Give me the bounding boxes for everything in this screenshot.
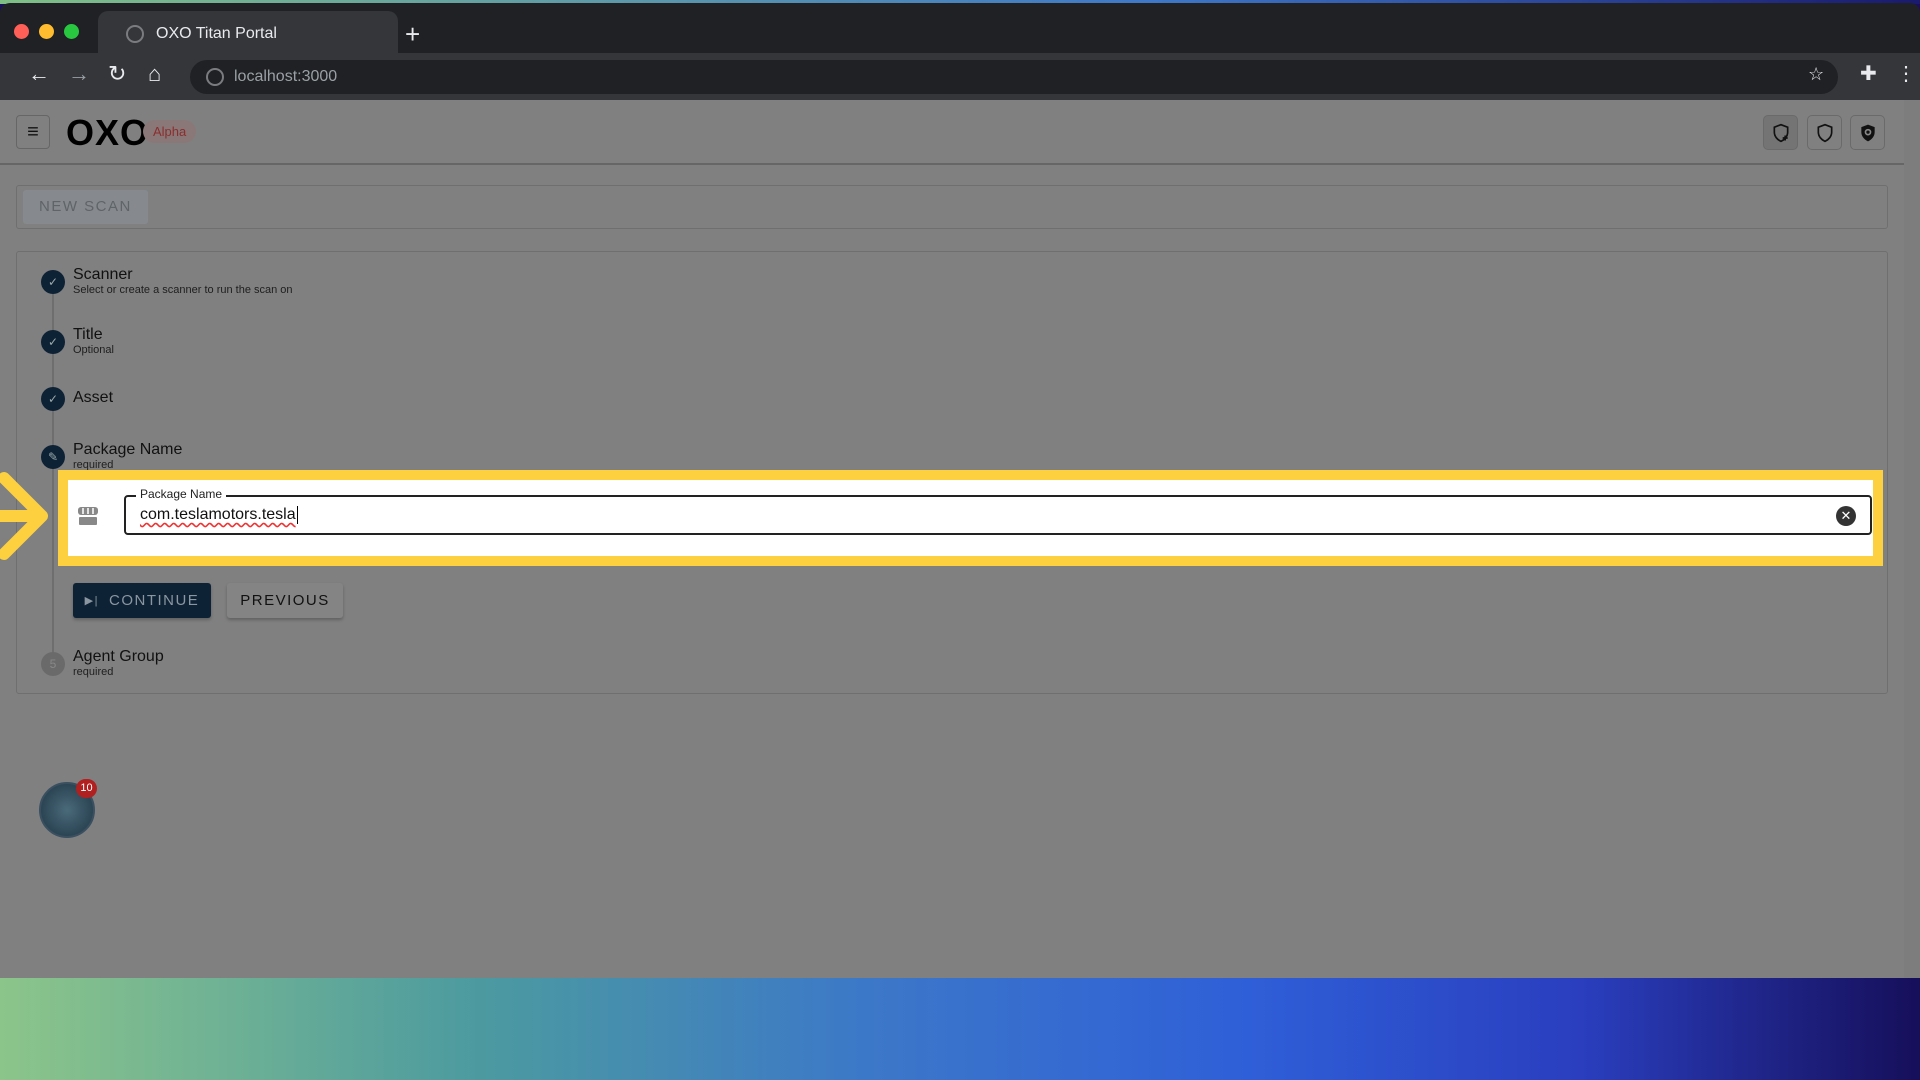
step-agent-group[interactable]: Agent Group required (73, 648, 164, 678)
store-icon (78, 507, 98, 525)
hamburger-icon: ≡ (27, 120, 39, 143)
globe-icon (126, 25, 144, 43)
home-icon[interactable]: ⌂ (148, 61, 161, 87)
step-label: Package Name (73, 441, 183, 458)
shield-plus-icon (1773, 123, 1788, 142)
shield-button[interactable] (1807, 115, 1842, 150)
step-label: Asset (73, 389, 114, 406)
highlight-box: Package Name com.teslamotors.tesla ✕ (58, 470, 1883, 566)
reload-icon[interactable]: ↻ (108, 61, 126, 87)
previous-button[interactable]: PREVIOUS (227, 583, 343, 618)
arrow-right-icon (0, 472, 48, 560)
url-text: localhost:3000 (234, 68, 338, 85)
notification-badge: 10 (76, 779, 97, 798)
shield-search-icon (1860, 124, 1875, 141)
new-scan-shield-button[interactable] (1763, 115, 1798, 150)
field-label: Package Name (136, 487, 227, 501)
browser-tab[interactable]: OXO Titan Portal (98, 11, 398, 57)
previous-label: PREVIOUS (240, 592, 330, 609)
step-done-icon: ✓ (41, 330, 65, 354)
new-scan-card: NEW SCAN (16, 185, 1888, 229)
step-title[interactable]: Title Optional (73, 326, 114, 356)
app-page: ≡ OXO Alpha NEW SCAN ✓ Scanner Select or … (0, 100, 1920, 978)
step-asset[interactable]: Asset (73, 389, 113, 407)
browser-toolbar: ← → ↻ ⌂ localhost:3000 ☆ ✚ ⋮ (0, 53, 1920, 100)
menu-button[interactable]: ≡ (16, 115, 50, 149)
skip-next-icon: ▶| (84, 595, 99, 607)
clear-input-icon[interactable]: ✕ (1836, 506, 1856, 526)
step-sub: required (73, 666, 114, 678)
step-sub: Select or create a scanner to run the sc… (73, 284, 293, 296)
step-done-icon: ✓ (41, 270, 65, 294)
address-bar[interactable]: localhost:3000 (190, 60, 1838, 94)
step-scanner[interactable]: Scanner Select or create a scanner to run… (73, 266, 293, 296)
step-done-icon: ✓ (41, 387, 65, 411)
step-label: Agent Group (73, 648, 164, 665)
alpha-badge: Alpha (143, 120, 197, 143)
package-name-input[interactable]: Package Name com.teslamotors.tesla ✕ (124, 487, 1872, 535)
logo: OXO (66, 112, 150, 153)
scrollbar[interactable] (1904, 100, 1920, 978)
continue-button[interactable]: ▶| CONTINUE (73, 583, 211, 618)
maximize-window-button[interactable] (64, 24, 79, 39)
forward-icon[interactable]: → (68, 61, 90, 87)
menu-kebab-icon[interactable]: ⋮ (1896, 61, 1916, 86)
field-value: com.teslamotors.tesla (140, 506, 298, 524)
step-sub: Optional (73, 344, 114, 356)
continue-label: CONTINUE (108, 592, 200, 609)
step-label: Scanner (73, 266, 133, 283)
shield-icon (1817, 123, 1832, 142)
step-package-name[interactable]: Package Name required (73, 441, 182, 471)
desktop-wallpaper (0, 978, 1920, 1080)
extensions-icon[interactable]: ✚ (1860, 61, 1877, 86)
close-window-button[interactable] (14, 24, 29, 39)
step-edit-icon: ✎ (41, 445, 65, 469)
site-info-icon[interactable] (206, 68, 224, 86)
new-scan-button[interactable]: NEW SCAN (23, 190, 148, 224)
back-icon[interactable]: ← (28, 61, 50, 87)
step-label: Title (73, 326, 103, 343)
tab-title: OXO Titan Portal (156, 25, 277, 42)
minimize-window-button[interactable] (39, 24, 54, 39)
shield-search-button[interactable] (1850, 115, 1885, 150)
step-number: 5 (41, 652, 65, 676)
bookmark-star-icon[interactable]: ☆ (1808, 64, 1824, 85)
package-name-panel: Package Name com.teslamotors.tesla ✕ (68, 480, 1873, 556)
new-tab-button[interactable]: + (405, 19, 420, 50)
app-header: ≡ OXO Alpha (0, 100, 1904, 165)
